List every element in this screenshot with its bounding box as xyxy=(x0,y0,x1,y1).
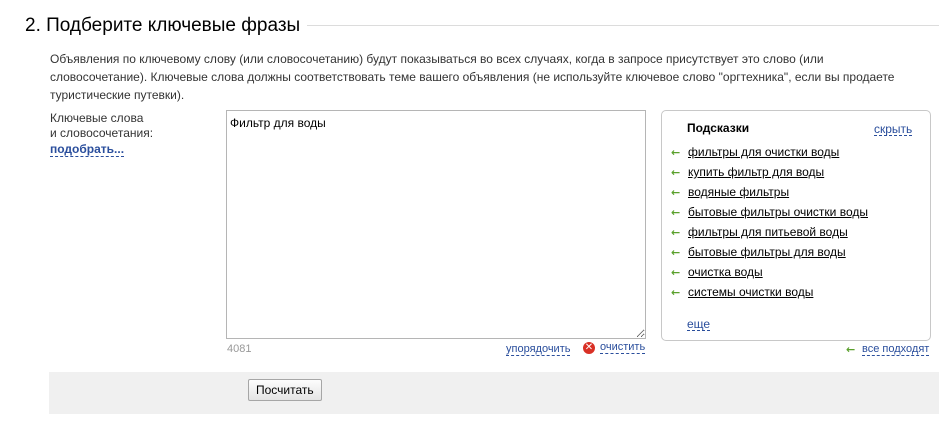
pick-keywords-link[interactable]: подобрать... xyxy=(50,142,125,157)
clear-control[interactable]: ✕ очистить xyxy=(583,341,646,354)
sort-link[interactable]: упорядочить xyxy=(506,343,571,356)
hint-link[interactable]: фильтры для очистки воды xyxy=(688,145,839,159)
arrow-left-icon[interactable]: ← xyxy=(671,146,683,159)
hint-link[interactable]: фильтры для питьевой воды xyxy=(688,225,848,239)
hint-item[interactable]: ← бытовые фильтры очистки воды xyxy=(671,202,868,222)
clear-x-icon[interactable]: ✕ xyxy=(583,341,595,354)
header-divider xyxy=(307,25,939,26)
hint-link[interactable]: системы очистки воды xyxy=(688,285,813,299)
all-fit-link[interactable]: все подходят xyxy=(862,343,930,356)
arrow-left-icon[interactable]: ← xyxy=(671,226,683,239)
hints-title: Подсказки xyxy=(687,121,750,135)
arrow-left-icon[interactable]: ← xyxy=(671,166,683,179)
keywords-label-line1: Ключевые слова xyxy=(50,111,144,125)
hint-item[interactable]: ← фильтры для очистки воды xyxy=(671,142,868,162)
section-header: 2. Подберите ключевые фразы xyxy=(25,14,939,40)
hints-list: ← фильтры для очистки воды ← купить фильтр… xyxy=(671,142,868,302)
hide-hints-link[interactable]: скрыть xyxy=(874,123,913,136)
hint-item[interactable]: ← фильтры для питьевой воды xyxy=(671,222,868,242)
hint-item[interactable]: ← бытовые фильтры для воды xyxy=(671,242,868,262)
hint-item[interactable]: ← водяные фильтры xyxy=(671,182,868,202)
hint-link[interactable]: очистка воды xyxy=(688,265,763,279)
hint-link[interactable]: купить фильтр для воды xyxy=(688,165,824,179)
keywords-label-line2: и словосочетания: xyxy=(50,126,154,140)
arrow-left-icon[interactable]: ← xyxy=(671,206,683,219)
calculate-button[interactable]: Посчитать xyxy=(248,379,322,401)
footer-bar: Посчитать xyxy=(49,372,939,414)
hints-panel: Подсказки скрыть ← фильтры для очистки во… xyxy=(661,110,931,341)
section-description: Объявления по ключевому слову (или слово… xyxy=(50,52,895,102)
more-hints-link[interactable]: еще xyxy=(687,318,711,331)
hint-link[interactable]: бытовые фильтры для воды xyxy=(688,245,846,259)
arrow-left-icon[interactable]: ← xyxy=(846,343,858,356)
arrow-left-icon[interactable]: ← xyxy=(671,266,683,279)
char-count: 4081 xyxy=(227,343,252,355)
hint-item[interactable]: ← очистка воды xyxy=(671,262,868,282)
arrow-left-icon[interactable]: ← xyxy=(671,246,683,259)
all-fit-control[interactable]: ← все подходят xyxy=(846,343,930,356)
section-title: 2. Подберите ключевые фразы xyxy=(25,15,301,36)
keywords-label: Ключевые слова и словосочетания: подобра… xyxy=(50,111,220,157)
clear-link[interactable]: очистить xyxy=(600,341,646,354)
hint-item[interactable]: ← купить фильтр для воды xyxy=(671,162,868,182)
hint-link[interactable]: бытовые фильтры очистки воды xyxy=(688,205,868,219)
keywords-textarea[interactable] xyxy=(226,110,646,339)
hint-link[interactable]: водяные фильтры xyxy=(688,185,789,199)
arrow-left-icon[interactable]: ← xyxy=(671,186,683,199)
hint-item[interactable]: ← системы очистки воды xyxy=(671,282,868,302)
arrow-left-icon[interactable]: ← xyxy=(671,286,683,299)
